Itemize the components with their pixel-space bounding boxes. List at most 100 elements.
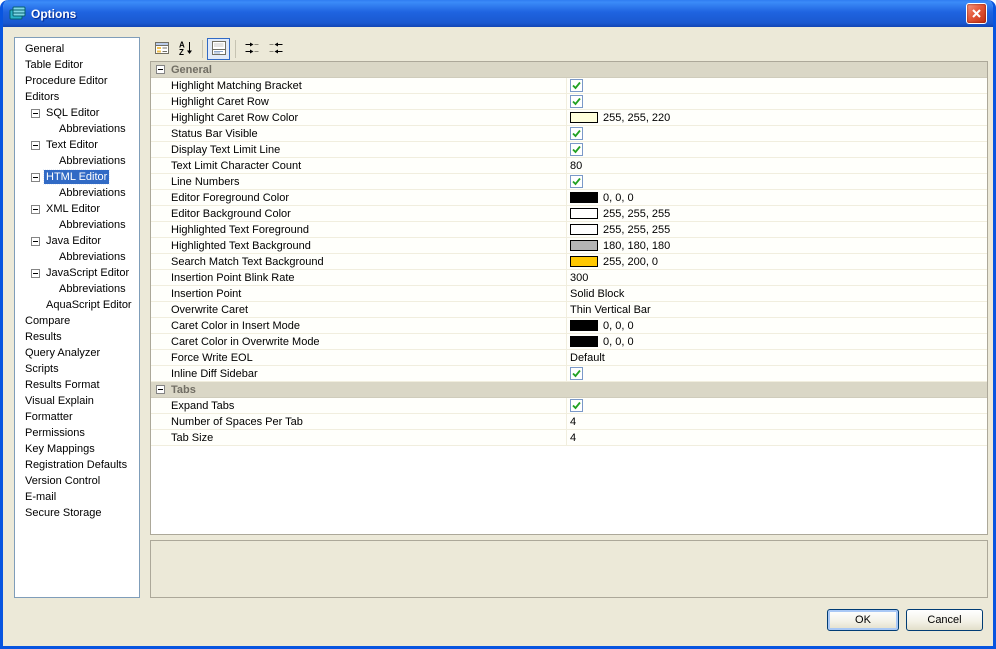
color-swatch[interactable] [570, 112, 598, 123]
checkbox-checked-icon[interactable] [570, 367, 583, 380]
collapse-all-button[interactable] [264, 38, 287, 60]
checkbox-checked-icon[interactable] [570, 79, 583, 92]
checkbox-checked-icon[interactable] [570, 175, 583, 188]
sidebar-item-e-mail[interactable]: E-mail [15, 489, 139, 505]
property-value[interactable] [567, 142, 987, 157]
property-value[interactable]: 300 [567, 270, 987, 285]
property-value[interactable]: 0, 0, 0 [567, 334, 987, 349]
sidebar-item-xml-editor[interactable]: XML Editor [15, 201, 139, 217]
sidebar-item-registration-defaults[interactable]: Registration Defaults [15, 457, 139, 473]
collapse-node-icon[interactable] [31, 204, 40, 214]
ok-button[interactable]: OK [827, 609, 899, 631]
sidebar-item-abbreviations[interactable]: Abbreviations [15, 185, 139, 201]
sidebar-item-abbreviations[interactable]: Abbreviations [15, 281, 139, 297]
property-name: Insertion Point [151, 286, 567, 301]
property-value[interactable]: Thin Vertical Bar [567, 302, 987, 317]
collapse-category-icon[interactable] [156, 65, 165, 74]
sidebar-item-javascript-editor[interactable]: JavaScript Editor [15, 265, 139, 281]
property-category-general[interactable]: General [151, 62, 987, 78]
collapse-node-icon[interactable] [31, 172, 40, 182]
sidebar-item-sql-editor[interactable]: SQL Editor [15, 105, 139, 121]
sidebar-item-html-editor[interactable]: HTML Editor [15, 169, 139, 185]
toolbar-separator [235, 40, 236, 58]
property-value[interactable]: 255, 255, 255 [567, 222, 987, 237]
titlebar[interactable]: Options [3, 0, 993, 27]
property-category-tabs[interactable]: Tabs [151, 382, 987, 398]
property-value[interactable] [567, 174, 987, 189]
show-description-button[interactable] [207, 38, 230, 60]
cancel-button[interactable]: Cancel [906, 609, 983, 631]
property-value[interactable]: 255, 255, 220 [567, 110, 987, 125]
sidebar-item-scripts[interactable]: Scripts [15, 361, 139, 377]
property-value[interactable]: Solid Block [567, 286, 987, 301]
collapse-node-icon[interactable] [31, 108, 40, 118]
property-value[interactable]: 0, 0, 0 [567, 318, 987, 333]
property-value[interactable] [567, 126, 987, 141]
sidebar-item-label: Text Editor [46, 139, 98, 151]
checkbox-checked-icon[interactable] [570, 143, 583, 156]
collapse-node-icon[interactable] [31, 236, 40, 246]
minus-glyph [158, 69, 163, 70]
checkbox-checked-icon[interactable] [570, 127, 583, 140]
collapse-node-icon[interactable] [31, 140, 40, 150]
sidebar-item-procedure-editor[interactable]: Procedure Editor [15, 73, 139, 89]
property-value[interactable] [567, 398, 987, 413]
property-value[interactable]: 0, 0, 0 [567, 190, 987, 205]
sidebar-item-label: Query Analyzer [25, 347, 101, 359]
color-swatch[interactable] [570, 336, 598, 347]
sidebar-item-abbreviations[interactable]: Abbreviations [15, 153, 139, 169]
sidebar-item-compare[interactable]: Compare [15, 313, 139, 329]
property-value[interactable]: Default [567, 350, 987, 365]
sidebar-item-text-editor[interactable]: Text Editor [15, 137, 139, 153]
sidebar-item-results-format[interactable]: Results Format [15, 377, 139, 393]
sort-alphabetical-button[interactable]: AZ [174, 38, 197, 60]
sidebar-item-aquascript-editor[interactable]: AquaScript Editor [15, 297, 139, 313]
sidebar-item-abbreviations[interactable]: Abbreviations [15, 121, 139, 137]
sidebar-item-abbreviations[interactable]: Abbreviations [15, 249, 139, 265]
sidebar-item-java-editor[interactable]: Java Editor [15, 233, 139, 249]
checkbox-checked-icon[interactable] [570, 95, 583, 108]
color-swatch[interactable] [570, 224, 598, 235]
expand-all-button[interactable] [240, 38, 263, 60]
property-row: Overwrite Caret Thin Vertical Bar [151, 302, 987, 318]
color-swatch[interactable] [570, 240, 598, 251]
property-value[interactable] [567, 366, 987, 381]
sidebar-item-table-editor[interactable]: Table Editor [15, 57, 139, 73]
sidebar-item-formatter[interactable]: Formatter [15, 409, 139, 425]
property-value[interactable]: 4 [567, 430, 987, 445]
sidebar-item-abbreviations[interactable]: Abbreviations [15, 217, 139, 233]
property-value[interactable]: 80 [567, 158, 987, 173]
checkbox-checked-icon[interactable] [570, 399, 583, 412]
property-name: Tab Size [151, 430, 567, 445]
sidebar-item-visual-explain[interactable]: Visual Explain [15, 393, 139, 409]
property-value[interactable] [567, 94, 987, 109]
sidebar-item-key-mappings[interactable]: Key Mappings [15, 441, 139, 457]
collapse-node-icon[interactable] [31, 268, 40, 278]
property-value[interactable] [567, 78, 987, 93]
sidebar-item-general[interactable]: General [15, 41, 139, 57]
property-row: Insertion Point Solid Block [151, 286, 987, 302]
property-name: Highlight Caret Row [151, 94, 567, 109]
color-value-text: 0, 0, 0 [603, 191, 634, 204]
color-swatch[interactable] [570, 192, 598, 203]
sidebar-item-label: Visual Explain [25, 395, 94, 407]
categorized-view-button[interactable] [150, 38, 173, 60]
sidebar-item-version-control[interactable]: Version Control [15, 473, 139, 489]
property-value[interactable]: 255, 200, 0 [567, 254, 987, 269]
color-swatch[interactable] [570, 320, 598, 331]
sidebar-item-permissions[interactable]: Permissions [15, 425, 139, 441]
color-swatch[interactable] [570, 208, 598, 219]
sidebar-item-query-analyzer[interactable]: Query Analyzer [15, 345, 139, 361]
color-swatch[interactable] [570, 256, 598, 267]
expand-all-icon [244, 40, 260, 59]
close-button[interactable] [966, 3, 987, 24]
property-value[interactable]: 4 [567, 414, 987, 429]
sidebar-item-editors[interactable]: Editors [15, 89, 139, 105]
sidebar-item-results[interactable]: Results [15, 329, 139, 345]
property-name: Line Numbers [151, 174, 567, 189]
collapse-category-icon[interactable] [156, 385, 165, 394]
sidebar-item-secure-storage[interactable]: Secure Storage [15, 505, 139, 521]
property-value[interactable]: 180, 180, 180 [567, 238, 987, 253]
property-value[interactable]: 255, 255, 255 [567, 206, 987, 221]
sidebar-item-label: Table Editor [25, 59, 84, 71]
